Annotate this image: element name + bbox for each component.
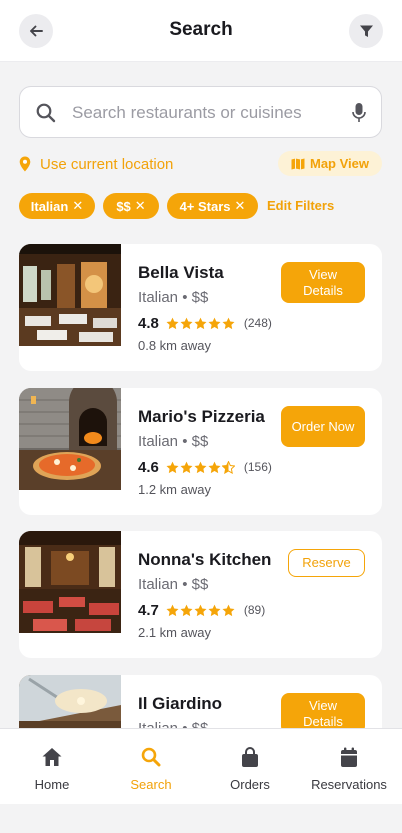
star-filled-icon <box>180 317 193 329</box>
view-details-button[interactable]: View Details <box>281 262 365 303</box>
restaurant-photo <box>19 244 121 346</box>
map-view-button[interactable]: Map View <box>278 151 382 176</box>
star-filled-icon <box>208 604 221 616</box>
tab-label: Search <box>130 777 172 792</box>
star-filled-icon <box>166 604 179 616</box>
filter-chip-label: $$ <box>116 198 131 214</box>
star-filled-icon <box>222 604 235 616</box>
close-icon[interactable]: ✕ <box>135 198 146 214</box>
review-count: (248) <box>243 316 272 330</box>
tab-label: Orders <box>230 777 270 792</box>
shopping-bag-icon <box>242 747 258 767</box>
star-filled-icon <box>194 604 207 616</box>
filter-chip-rating[interactable]: 4+ Stars ✕ <box>167 193 258 219</box>
rating-row: 4.8 (248) <box>138 313 272 333</box>
review-count: (89) <box>243 603 266 617</box>
tab-search[interactable]: Search <box>101 729 201 805</box>
bottom-tab-bar: Home Search Orders Reservations <box>0 728 402 804</box>
top-app-bar: Search <box>0 0 402 62</box>
distance-label: 2.1 km away <box>138 625 211 640</box>
home-indicator-area <box>0 804 402 833</box>
star-rating <box>166 460 235 474</box>
restaurant-cuisine-price: Italian • $$ <box>138 433 209 450</box>
map-view-label: Map View <box>309 156 369 171</box>
rating-row: 4.6 (156) <box>138 457 272 477</box>
tab-label: Reservations <box>311 777 387 792</box>
search-input[interactable] <box>72 99 342 127</box>
rating-value: 4.8 <box>138 314 159 332</box>
page-title: Search <box>169 19 233 40</box>
rating-row: 4.7 (89) <box>138 600 265 620</box>
restaurant-name: Bella Vista <box>138 263 224 282</box>
filter-chip-label: 4+ Stars <box>179 198 231 214</box>
star-filled-icon <box>166 317 179 329</box>
calendar-icon <box>341 747 357 767</box>
star-filled-icon <box>166 461 179 473</box>
order-now-button[interactable]: Order Now <box>281 406 365 447</box>
star-filled-icon <box>208 461 221 473</box>
reserve-button[interactable]: Reserve <box>288 549 365 577</box>
star-filled-icon <box>194 461 207 473</box>
tab-home[interactable]: Home <box>2 729 102 805</box>
search-bar[interactable] <box>19 86 382 138</box>
distance-label: 0.8 km away <box>138 338 211 353</box>
restaurant-name: Il Giardino <box>138 694 223 713</box>
star-rating <box>166 604 235 617</box>
star-filled-icon <box>222 317 235 329</box>
restaurant-name: Mario's Pizzeria <box>138 407 265 426</box>
star-filled-icon <box>180 461 193 473</box>
restaurant-photo <box>19 531 121 633</box>
search-icon <box>141 747 161 767</box>
home-icon <box>42 748 62 766</box>
close-icon[interactable]: ✕ <box>235 198 246 214</box>
edit-filters-link[interactable]: Edit Filters <box>267 198 334 213</box>
filter-icon <box>359 25 373 37</box>
star-filled-icon <box>180 604 193 616</box>
review-count: (156) <box>243 460 272 474</box>
restaurant-photo <box>19 388 121 490</box>
star-filled-icon <box>208 317 221 329</box>
filter-chip-italian[interactable]: Italian ✕ <box>19 193 95 219</box>
rating-value: 4.7 <box>138 601 159 619</box>
rating-value: 4.6 <box>138 458 159 476</box>
restaurant-card[interactable]: Nonna's Kitchen Italian • $$ 4.7 (89) 2.… <box>19 531 382 658</box>
use-location-label: Use current location <box>40 155 174 173</box>
use-location-link[interactable]: Use current location <box>19 152 173 176</box>
distance-label: 1.2 km away <box>138 482 211 497</box>
tab-reservations[interactable]: Reservations <box>299 729 399 805</box>
restaurant-name: Nonna's Kitchen <box>138 550 272 569</box>
map-icon <box>291 158 305 169</box>
star-filled-icon <box>194 317 207 329</box>
star-rating <box>166 317 235 330</box>
microphone-icon[interactable] <box>351 102 367 124</box>
restaurant-cuisine-price: Italian • $$ <box>138 576 209 593</box>
restaurant-cuisine-price: Italian • $$ <box>138 289 209 306</box>
restaurant-card[interactable]: Bella Vista Italian • $$ 4.8 (248) 0.8 k… <box>19 244 382 371</box>
close-icon[interactable]: ✕ <box>72 198 83 214</box>
search-icon <box>36 103 56 123</box>
restaurant-card[interactable]: Mario's Pizzeria Italian • $$ 4.6 (156) … <box>19 388 382 515</box>
tab-label: Home <box>34 777 70 792</box>
map-pin-icon <box>19 156 31 172</box>
star-half-icon <box>221 460 235 474</box>
filter-chip-price[interactable]: $$ ✕ <box>103 193 159 219</box>
filter-chip-label: Italian <box>30 198 69 214</box>
tab-orders[interactable]: Orders <box>200 729 300 805</box>
filter-button[interactable] <box>349 14 383 48</box>
